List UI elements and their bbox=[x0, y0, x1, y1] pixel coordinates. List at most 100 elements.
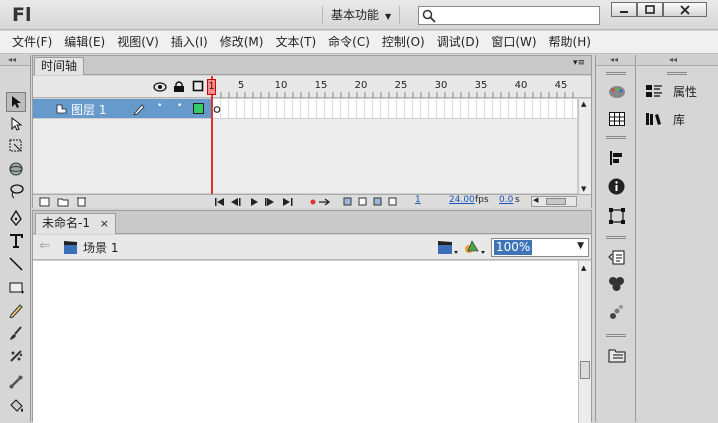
tab-document[interactable]: 未命名-1 × bbox=[35, 213, 117, 234]
arrow-icon bbox=[12, 96, 21, 108]
scroll-up-icon[interactable]: ▲ bbox=[581, 264, 586, 272]
stage-canvas[interactable] bbox=[33, 261, 578, 423]
code-snippets-panel-button[interactable] bbox=[606, 246, 627, 267]
layer-visible-dot[interactable]: • bbox=[157, 101, 162, 111]
layer-row[interactable]: 图层 1 • • bbox=[33, 99, 211, 118]
edit-symbols-icon[interactable] bbox=[463, 239, 487, 256]
scene-clapper-icon bbox=[64, 241, 77, 254]
color-panel-button[interactable] bbox=[606, 81, 627, 102]
deco-tool[interactable] bbox=[6, 345, 26, 365]
panel-grip[interactable] bbox=[606, 334, 626, 337]
lock-icon[interactable] bbox=[173, 80, 185, 93]
collapse-arrows-icon: ◂◂ bbox=[669, 55, 678, 64]
eye-icon[interactable] bbox=[153, 81, 167, 93]
back-arrow-icon[interactable]: ⇐ bbox=[39, 238, 51, 254]
scroll-left-icon[interactable]: ◀ bbox=[533, 196, 538, 204]
timeline-vertical-scrollbar[interactable]: ▲ ▼ bbox=[578, 99, 591, 194]
transform-panel-button[interactable] bbox=[606, 205, 627, 226]
close-button[interactable] bbox=[663, 2, 707, 17]
tools-collapse-strip[interactable]: ◂◂ bbox=[0, 55, 30, 66]
frame-cells[interactable] bbox=[213, 99, 577, 118]
pencil-icon[interactable] bbox=[133, 102, 146, 115]
layer-color-swatch[interactable] bbox=[193, 103, 204, 114]
onion-skin-icons[interactable] bbox=[343, 196, 403, 208]
selection-tool[interactable] bbox=[6, 92, 26, 112]
motion-presets-panel-button[interactable] bbox=[606, 301, 627, 322]
brush-tool[interactable] bbox=[6, 323, 26, 343]
swatches-grid-icon bbox=[608, 111, 625, 126]
close-tab-icon[interactable]: × bbox=[100, 217, 109, 230]
text-tool[interactable] bbox=[6, 231, 26, 251]
timeline-horizontal-scrollbar[interactable]: ◀ bbox=[531, 196, 577, 207]
menu-text[interactable]: 文本(T) bbox=[269, 31, 322, 53]
layer-lock-dot[interactable]: • bbox=[177, 101, 182, 111]
tab-timeline[interactable]: 时间轴 bbox=[34, 57, 85, 75]
workspace-switcher[interactable]: 基本功能 ▼ bbox=[322, 6, 401, 24]
current-frame-value[interactable]: 1 bbox=[415, 195, 421, 205]
panel-grip[interactable] bbox=[606, 72, 626, 75]
scene-breadcrumb[interactable]: 场景 1 bbox=[83, 239, 118, 256]
scroll-down-icon[interactable]: ▼ bbox=[581, 185, 586, 193]
playback-controls[interactable] bbox=[215, 197, 295, 207]
subselection-tool[interactable] bbox=[6, 114, 26, 134]
fps-value[interactable]: 24.00 bbox=[449, 195, 475, 205]
brush-icon bbox=[10, 326, 22, 340]
align-icon bbox=[609, 150, 622, 165]
line-icon bbox=[9, 257, 23, 271]
pen-tool[interactable] bbox=[6, 208, 26, 228]
stage-vertical-scrollbar[interactable]: ▲ bbox=[578, 261, 591, 423]
zoom-value[interactable]: 100% bbox=[494, 240, 533, 255]
info-panel-button[interactable] bbox=[606, 176, 627, 197]
trash-icon[interactable] bbox=[75, 195, 87, 207]
rectangle-tool[interactable] bbox=[6, 277, 26, 297]
pencil-tool[interactable] bbox=[6, 300, 26, 320]
chevron-down-icon[interactable]: ▼ bbox=[577, 241, 584, 251]
help-search-input[interactable] bbox=[418, 6, 600, 25]
timeline-header: 5 10 15 20 25 30 35 40 45 bbox=[33, 76, 591, 98]
menu-modify[interactable]: 修改(M) bbox=[214, 31, 270, 53]
scroll-up-icon[interactable]: ▲ bbox=[581, 100, 586, 108]
menu-debug[interactable]: 调试(D) bbox=[431, 31, 486, 53]
tools-panel: ◂◂ bbox=[0, 55, 31, 422]
menu-commands[interactable]: 命令(C) bbox=[322, 31, 376, 53]
align-panel-button[interactable] bbox=[606, 147, 627, 168]
menu-control[interactable]: 控制(O) bbox=[376, 31, 431, 53]
panel-grip[interactable] bbox=[667, 72, 687, 75]
paint-bucket-tool[interactable] bbox=[6, 396, 26, 416]
menu-view[interactable]: 视图(V) bbox=[111, 31, 165, 53]
project-panel-button[interactable] bbox=[606, 344, 627, 365]
props-collapse-strip[interactable]: ◂◂ bbox=[637, 55, 718, 66]
dock-collapse-strip[interactable]: ◂◂ bbox=[596, 55, 635, 66]
bone-tool[interactable] bbox=[6, 372, 26, 392]
free-transform-tool[interactable] bbox=[6, 136, 26, 156]
minimize-button[interactable] bbox=[611, 2, 637, 17]
swatches-panel-button[interactable] bbox=[606, 108, 627, 129]
panel-menu-icon[interactable]: ▾≡ bbox=[573, 58, 585, 68]
menu-insert[interactable]: 插入(I) bbox=[165, 31, 214, 53]
new-layer-icon[interactable] bbox=[39, 196, 51, 207]
maximize-button[interactable] bbox=[637, 2, 663, 17]
layer-name[interactable]: 图层 1 bbox=[71, 101, 106, 118]
panel-grip[interactable] bbox=[606, 136, 626, 139]
outline-icon[interactable] bbox=[192, 80, 204, 92]
components-panel-button[interactable] bbox=[606, 273, 627, 294]
3d-rotation-tool[interactable] bbox=[6, 159, 26, 179]
elapsed-time-value[interactable]: 0.0 bbox=[499, 195, 513, 205]
3d-sphere-icon bbox=[9, 162, 23, 176]
scroll-thumb[interactable] bbox=[580, 361, 590, 379]
edit-scene-icon[interactable] bbox=[437, 239, 459, 256]
playhead[interactable]: 1 bbox=[207, 79, 216, 95]
menu-window[interactable]: 窗口(W) bbox=[485, 31, 542, 53]
loop-icon[interactable] bbox=[307, 196, 333, 208]
line-tool[interactable] bbox=[6, 254, 26, 274]
new-folder-icon[interactable] bbox=[57, 196, 69, 207]
scroll-thumb[interactable] bbox=[546, 198, 566, 205]
library-panel-button[interactable]: 库 bbox=[645, 108, 685, 130]
lasso-tool[interactable] bbox=[6, 181, 26, 201]
panel-grip[interactable] bbox=[606, 236, 626, 239]
menu-help[interactable]: 帮助(H) bbox=[543, 31, 597, 53]
properties-panel-button[interactable]: 属性 bbox=[645, 80, 697, 102]
menu-file[interactable]: 文件(F) bbox=[6, 31, 58, 53]
zoom-select[interactable]: 100% ▼ bbox=[491, 238, 589, 257]
menu-edit[interactable]: 编辑(E) bbox=[58, 31, 111, 53]
